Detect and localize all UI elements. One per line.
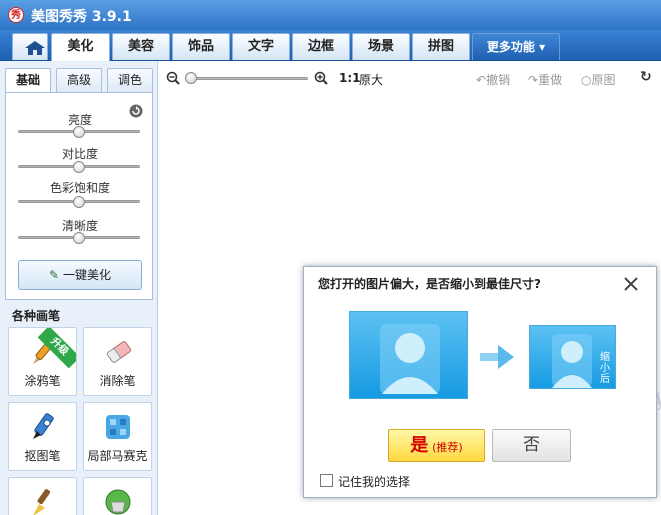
zoom-slider-track[interactable] [188,77,308,80]
zoom-slider-knob[interactable] [185,72,197,84]
remember-choice-checkbox[interactable] [320,474,333,487]
adjust-panel: 亮度 对比度 色彩饱和度 清晰度 ✎ 一键美化 [5,92,153,300]
actual-size-label[interactable]: 原大 [359,71,383,88]
tab-color-tone[interactable]: 调色 [107,68,153,93]
sharpness-slider-knob[interactable] [73,232,85,244]
main-tab-bar: 美化 美容 饰品 文字 边框 场景 拼图 更多功能 ▾ [0,30,661,61]
original-label: 原图 [591,73,616,87]
yes-recommended-button[interactable]: 是 (推荐) [388,429,485,462]
close-icon[interactable] [622,275,640,293]
tab-collage[interactable]: 拼图 [412,33,470,60]
paint-brush-tile[interactable] [8,477,77,515]
paint-bucket-tile[interactable] [83,477,152,515]
contrast-label: 对比度 [61,147,98,161]
brushes-heading: 各种画笔 [12,309,61,323]
undo-icon: ↶ [476,73,487,87]
tab-basic[interactable]: 基础 [5,68,51,93]
cutout-pen-tile[interactable]: 抠图笔 [8,402,77,471]
doodle-pen-label: 涂鸦笔 [24,374,61,388]
tab-frame[interactable]: 边框 [292,33,350,60]
recommended-label: (推荐) [432,441,463,454]
dialog-title: 您打开的图片偏大，是否缩小到最佳尺寸? [318,277,541,291]
window-title: 美图秀秀 3.9.1 [31,9,132,25]
tab-text[interactable]: 文字 [232,33,290,60]
tab-scene[interactable]: 场景 [352,33,410,60]
brightness-slider-knob[interactable] [73,126,85,138]
eraser-icon [106,341,132,363]
one-click-beautify-label: 一键美化 [62,268,111,282]
undo-label: 撤销 [486,73,511,87]
zoom-in-icon[interactable] [314,71,328,85]
paint-bucket-icon [105,489,131,515]
eraser-pen-label: 消除笔 [99,374,136,388]
tab-beauty[interactable]: 美容 [112,33,170,60]
magic-brush-icon: ✎ [49,268,60,282]
remember-choice-label[interactable]: 记住我的选择 [338,473,410,490]
zoom-out-icon[interactable] [166,71,180,85]
redo-button[interactable]: ↷重做 [528,71,562,88]
original-button[interactable]: ○原图 [581,71,616,88]
cutout-pen-icon [33,413,54,439]
undo-button[interactable]: ↶撤销 [476,71,510,88]
tab-accessories[interactable]: 饰品 [172,33,230,60]
toolbar: 1:1 原大 ↶撤销 ↷重做 ○原图 ↻ [158,61,661,97]
arrow-right-icon [480,345,514,369]
no-button[interactable]: 否 [492,429,571,462]
app-logo: 秀 [8,7,24,23]
saturation-label: 色彩饱和度 [49,181,110,195]
tab-more-functions[interactable]: 更多功能 ▾ [472,33,560,60]
tab-advanced[interactable]: 高级 [56,68,102,93]
home-icon [25,41,45,55]
local-mosaic-tile[interactable]: 局部马赛克 [83,402,152,471]
one-click-beautify-button[interactable]: ✎ 一键美化 [18,260,142,290]
local-mosaic-label: 局部马赛克 [87,449,148,463]
contrast-slider-knob[interactable] [73,161,85,173]
cutout-pen-label: 抠图笔 [24,449,61,463]
redo-icon: ↷ [528,73,539,87]
title-bar: 秀 美图秀秀 3.9.1 [0,0,661,30]
rotate-icon[interactable]: ↻ [640,69,652,85]
redo-label: 重做 [538,73,563,87]
paint-brush-icon [33,489,51,515]
adjust-tabs: 基础 高级 调色 [5,68,153,93]
mosaic-icon [106,415,130,439]
doodle-pen-tile[interactable]: 升级 涂鸦笔 [8,327,77,396]
actual-size-ratio[interactable]: 1:1 [339,71,361,85]
tab-beautify[interactable]: 美化 [51,33,110,61]
yes-label: 是 [410,435,429,456]
resized-image-preview: 缩小后 [529,325,616,389]
original-icon: ○ [581,73,592,87]
resized-caption: 缩小后 [600,352,610,385]
eraser-pen-tile[interactable]: 消除笔 [83,327,152,396]
saturation-slider-knob[interactable] [73,196,85,208]
original-image-preview [349,311,468,399]
resize-prompt-dialog: 您打开的图片偏大，是否缩小到最佳尺寸? 缩小后 是 (推荐) 否 记住我的选择 [303,266,657,498]
tab-home[interactable] [12,33,48,60]
user-avatar-icon [380,324,440,394]
